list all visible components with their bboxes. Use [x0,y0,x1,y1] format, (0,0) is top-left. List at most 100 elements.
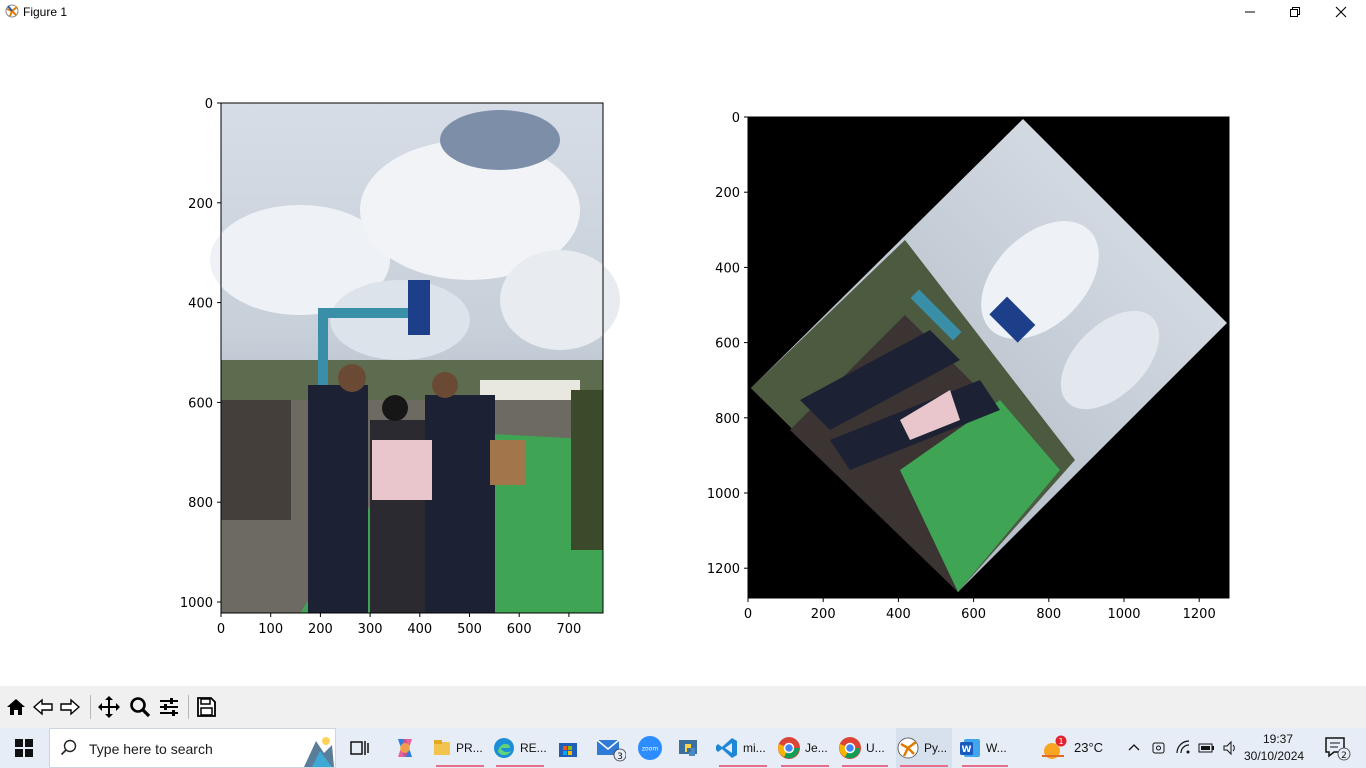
left-image [210,103,620,613]
configure-subplots-button[interactable] [156,694,182,720]
minimize-icon [1245,11,1255,13]
taskbar-edge[interactable]: RE... [492,728,548,768]
taskbar-label: Je... [805,741,828,755]
y-tick-label: 1200 [707,562,740,577]
x-tick-label: 600 [507,622,532,637]
search-placeholder: Type here to search [89,741,213,757]
wifi-icon [1176,740,1190,754]
battery-button[interactable] [1197,728,1217,768]
pan-button[interactable] [96,694,122,720]
svg-text:zoom: zoom [642,746,658,753]
notification-icon: 2 [1325,737,1351,761]
taskbar-label: mi... [743,741,766,755]
show-hidden-icons-button[interactable] [1124,728,1144,768]
notification-badge: 2 [1341,751,1347,761]
chevron-up-icon [1128,744,1140,751]
taskbar-label: Py... [924,741,948,755]
volume-button[interactable] [1220,728,1240,768]
running-indicator [900,765,948,767]
taskbar-mail[interactable]: 3 [596,728,630,768]
save-button[interactable] [193,694,219,720]
taskbar-word[interactable]: W W... [958,728,1012,768]
taskbar-chrome-2[interactable]: U... [838,728,892,768]
forward-button[interactable] [57,694,83,720]
x-tick-label: 100 [258,622,283,637]
taskbar-label: U... [866,741,885,755]
figure-plot-area: 0 100 200 300 400 500 600 700 0 200 400 600 800 1000… [180,97,1230,637]
taskbar-copilot[interactable] [392,728,420,768]
x-tick-label: 400 [886,607,911,622]
taskbar-vscode[interactable]: mi... [715,728,771,768]
running-indicator [781,765,829,767]
x-tick-label: 300 [358,622,383,637]
weather-temperature[interactable]: 23°C [1074,740,1103,755]
y-tick-label: 1000 [180,596,213,611]
home-icon [7,699,25,715]
mail-icon: 3 [596,739,626,762]
restore-icon [1290,7,1300,17]
configure-subplots-icon [160,698,178,716]
zoom-icon [130,697,151,718]
back-icon [32,698,53,716]
minimize-button[interactable] [1227,0,1273,24]
network-button[interactable] [1174,728,1194,768]
copilot-icon [398,739,412,757]
clock-time: 19:37 [1262,732,1294,746]
back-button[interactable] [30,694,56,720]
clock-date: 30/10/2024 [1244,749,1305,763]
taskbar-task-view[interactable] [348,728,374,768]
taskbar-label: RE... [520,741,547,755]
taskbar-label: W... [986,741,1007,755]
taskbar-python[interactable] [677,728,703,768]
x-tick-label: 1000 [1107,607,1140,622]
taskbar-label: PR... [456,741,483,755]
right-y-ticks: 0 200 400 600 800 1000 1200 [707,111,748,577]
y-tick-label: 0 [732,111,740,126]
x-tick-label: 600 [961,607,986,622]
running-indicator [436,765,484,767]
zoom-button[interactable] [127,694,153,720]
y-tick-label: 1000 [707,487,740,502]
x-tick-label: 700 [556,622,581,637]
y-tick-label: 200 [188,197,213,212]
chrome-icon [839,737,861,759]
store-icon [559,743,577,757]
restore-button[interactable] [1272,0,1318,24]
x-tick-label: 800 [1036,607,1061,622]
meet-now-button[interactable] [1149,728,1169,768]
home-button[interactable] [3,694,29,720]
taskbar-store[interactable] [557,728,583,768]
taskbar-file-explorer[interactable]: PR... [432,728,488,768]
navigation-toolbar [0,686,1366,728]
close-button[interactable] [1318,0,1364,24]
figure-canvas[interactable]: 0 100 200 300 400 500 600 700 0 200 400 600 800 1000… [0,24,1366,686]
title-bar: Figure 1 [0,0,1366,24]
x-tick-label: 1200 [1183,607,1216,622]
y-tick-label: 600 [715,337,740,352]
windows-logo-icon [15,739,33,757]
x-tick-label: 200 [811,607,836,622]
y-tick-label: 400 [188,297,213,312]
word-icon: W [960,739,980,757]
search-highlight-art-icon [304,737,334,767]
chrome-icon [778,737,800,759]
search-box[interactable]: Type here to search [49,728,336,768]
taskbar-pyfigure[interactable]: Py... [896,728,952,768]
start-button[interactable] [0,728,48,768]
left-x-ticks: 0 100 200 300 400 500 600 700 [217,613,581,637]
y-tick-label: 200 [715,186,740,201]
running-indicator [719,765,767,767]
taskbar-zoom[interactable]: zoom [637,728,663,768]
taskbar-chrome-1[interactable]: Je... [777,728,833,768]
close-icon [1335,6,1347,18]
search-icon [60,739,77,756]
notification-center-button[interactable]: 2 [1320,728,1354,768]
running-indicator [962,765,1008,767]
vscode-icon [716,738,737,758]
python-icon [679,740,697,756]
toolbar-separator [90,695,91,719]
running-indicator [496,765,544,767]
edge-icon [494,738,514,758]
weather-widget[interactable]: 1 [1038,728,1068,768]
x-tick-label: 400 [407,622,432,637]
